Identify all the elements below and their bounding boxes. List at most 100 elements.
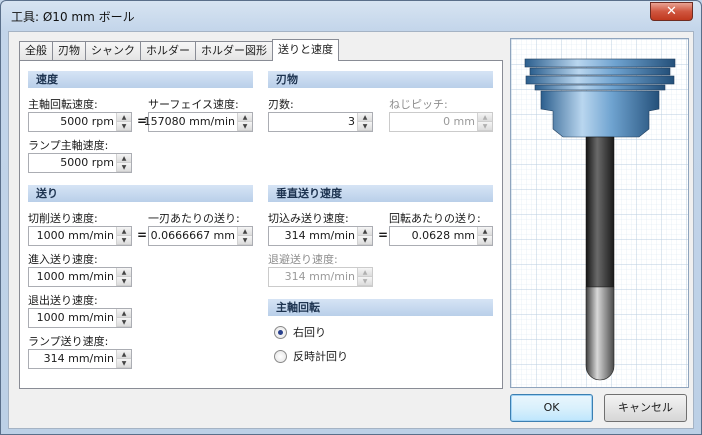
lead-out-feed-label: 退出送り速度:: [28, 294, 98, 307]
spin-up-icon[interactable]: ▲: [117, 350, 131, 359]
lead-in-feed-value: 1000 mm/min: [36, 270, 114, 283]
retract-feed-spinner: ▲ ▼: [357, 268, 372, 286]
surface-speed-label: サーフェイス速度:: [148, 98, 239, 111]
rotation-cw-label: 右回り: [293, 326, 326, 339]
spin-down-icon[interactable]: ▼: [117, 236, 131, 245]
ramp-feed-value: 314 mm/min: [43, 352, 114, 365]
spin-down-icon[interactable]: ▼: [117, 318, 131, 327]
thread-pitch-spinner: ▲ ▼: [477, 113, 492, 131]
cutting-feed-spinner[interactable]: ▲ ▼: [116, 227, 131, 245]
equals-sign: =: [137, 228, 148, 242]
feed-per-rev-spinner[interactable]: ▲ ▼: [477, 227, 492, 245]
spin-up-icon[interactable]: ▲: [117, 113, 131, 122]
cutting-feed-field[interactable]: 1000 mm/min ▲ ▼: [28, 226, 132, 246]
spin-down-icon[interactable]: ▼: [117, 359, 131, 368]
window-title: 工具: Ø10 mm ボール: [11, 10, 135, 24]
plunge-feed-label: 切込み送り速度:: [268, 212, 349, 225]
section-spindle-rotation: 主軸回転: [268, 299, 493, 316]
flute-count-spinner[interactable]: ▲ ▼: [357, 113, 372, 131]
feed-per-tooth-label: 一刃あたりの送り:: [148, 212, 240, 225]
ramp-spindle-speed-field[interactable]: 5000 rpm ▲ ▼: [28, 153, 132, 173]
retract-feed-label: 退避送り速度:: [268, 253, 338, 266]
feed-per-rev-value: 0.0628 mm: [411, 229, 475, 242]
thread-pitch-label: ねじピッチ:: [389, 98, 448, 111]
surface-speed-value: 157080 mm/min: [143, 115, 235, 128]
spin-up-icon[interactable]: ▲: [238, 113, 252, 122]
radio-cw[interactable]: [274, 325, 287, 339]
feed-per-rev-field[interactable]: 0.0628 mm ▲ ▼: [389, 226, 493, 246]
spin-down-icon[interactable]: ▼: [478, 236, 492, 245]
spin-up-icon: ▲: [478, 113, 492, 122]
surface-speed-field[interactable]: 157080 mm/min ▲ ▼: [144, 112, 253, 132]
section-feed: 送り: [28, 185, 253, 202]
tool-shank-shape: [585, 136, 615, 288]
lead-out-feed-spinner[interactable]: ▲ ▼: [116, 309, 131, 327]
spin-up-icon[interactable]: ▲: [238, 227, 252, 236]
tab-feeds-speeds[interactable]: 送りと速度: [272, 39, 339, 61]
plunge-feed-field[interactable]: 314 mm/min ▲ ▼: [268, 226, 373, 246]
lead-out-feed-field[interactable]: 1000 mm/min ▲ ▼: [28, 308, 132, 328]
rotation-ccw-label: 反時計回り: [293, 350, 348, 363]
ramp-spindle-speed-value: 5000 rpm: [60, 156, 114, 169]
ramp-feed-field[interactable]: 314 mm/min ▲ ▼: [28, 349, 132, 369]
spin-up-icon[interactable]: ▲: [117, 154, 131, 163]
tab-flutes[interactable]: 刃物: [52, 41, 86, 61]
section-flutes: 刃物: [268, 71, 493, 88]
radio-ccw[interactable]: [274, 349, 287, 363]
ok-button[interactable]: OK: [510, 394, 593, 422]
spin-up-icon[interactable]: ▲: [117, 268, 131, 277]
plunge-feed-value: 314 mm/min: [284, 229, 355, 242]
title-bar: 工具: Ø10 mm ボール ✕: [1, 1, 701, 31]
cancel-button[interactable]: キャンセル: [604, 394, 687, 422]
section-vertical-feed: 垂直送り速度: [268, 185, 493, 202]
spin-down-icon: ▼: [358, 277, 372, 286]
feed-per-tooth-value: 0.0666667 mm: [150, 229, 235, 242]
spin-up-icon[interactable]: ▲: [358, 113, 372, 122]
feed-per-tooth-field[interactable]: 0.0666667 mm ▲ ▼: [148, 226, 253, 246]
tab-shank[interactable]: シャンク: [85, 41, 141, 61]
spin-down-icon[interactable]: ▼: [117, 163, 131, 172]
cutting-feed-value: 1000 mm/min: [36, 229, 114, 242]
flute-count-field[interactable]: 3 ▲ ▼: [268, 112, 373, 132]
dialog-window: 工具: Ø10 mm ボール ✕ 全般 刃物 シャンク ホルダー ホルダー図形 …: [0, 0, 702, 435]
section-speed: 速度: [28, 71, 253, 88]
tab-holder[interactable]: ホルダー: [140, 41, 196, 61]
plunge-feed-spinner[interactable]: ▲ ▼: [357, 227, 372, 245]
spindle-speed-value: 5000 rpm: [60, 115, 114, 128]
feed-per-rev-label: 回転あたりの送り:: [389, 212, 481, 225]
spin-down-icon[interactable]: ▼: [358, 122, 372, 131]
spindle-speed-spinner[interactable]: ▲ ▼: [116, 113, 131, 131]
lead-in-feed-label: 進入送り速度:: [28, 253, 98, 266]
retract-feed-field: 314 mm/min ▲ ▼: [268, 267, 373, 287]
thread-pitch-value: 0 mm: [443, 115, 475, 128]
lead-out-feed-value: 1000 mm/min: [36, 311, 114, 324]
spin-down-icon[interactable]: ▼: [238, 122, 252, 131]
tool-flute-shape: [585, 286, 615, 381]
rotation-cw-option[interactable]: 右回り: [274, 324, 326, 340]
tool-preview: [510, 38, 689, 388]
spin-down-icon: ▼: [478, 122, 492, 131]
rotation-ccw-option[interactable]: 反時計回り: [274, 348, 348, 364]
spin-down-icon[interactable]: ▼: [358, 236, 372, 245]
tool-preview-graphic: [511, 39, 688, 387]
spindle-speed-field[interactable]: 5000 rpm ▲ ▼: [28, 112, 132, 132]
ramp-feed-spinner[interactable]: ▲ ▼: [116, 350, 131, 368]
spin-up-icon[interactable]: ▲: [117, 309, 131, 318]
spin-down-icon[interactable]: ▼: [238, 236, 252, 245]
surface-speed-spinner[interactable]: ▲ ▼: [237, 113, 252, 131]
lead-in-feed-spinner[interactable]: ▲ ▼: [116, 268, 131, 286]
tab-holder-shape[interactable]: ホルダー図形: [195, 41, 273, 61]
spin-down-icon[interactable]: ▼: [117, 122, 131, 131]
feed-per-tooth-spinner[interactable]: ▲ ▼: [237, 227, 252, 245]
tab-general[interactable]: 全般: [19, 41, 53, 61]
feeds-speeds-panel: 速度 主軸回転速度: 5000 rpm ▲ ▼ = サーフェイス速度: 15708…: [19, 60, 503, 389]
close-button[interactable]: ✕: [650, 2, 693, 21]
spin-up-icon[interactable]: ▲: [358, 227, 372, 236]
spin-down-icon[interactable]: ▼: [117, 277, 131, 286]
cutting-feed-label: 切削送り速度:: [28, 212, 98, 225]
spin-up-icon[interactable]: ▲: [478, 227, 492, 236]
ramp-spindle-speed-spinner[interactable]: ▲ ▼: [116, 154, 131, 172]
spin-up-icon[interactable]: ▲: [117, 227, 131, 236]
lead-in-feed-field[interactable]: 1000 mm/min ▲ ▼: [28, 267, 132, 287]
spin-up-icon: ▲: [358, 268, 372, 277]
